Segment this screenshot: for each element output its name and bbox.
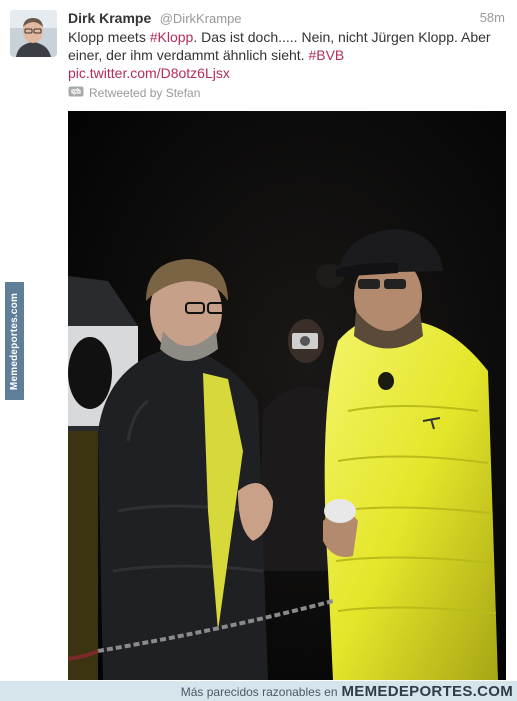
tweet-text-part: einer, der ihm verdammt ähnlich sieht.	[68, 47, 309, 63]
tweet-photo[interactable]	[68, 111, 506, 680]
author-handle[interactable]: @DirkKrampe	[160, 11, 242, 26]
footer-watermark: Más parecidos razonables en MEMEDEPORTES…	[181, 683, 513, 700]
pic-link[interactable]: pic.twitter.com/D8otz6Ljsx	[68, 65, 230, 81]
hashtag-klopp[interactable]: #Klopp	[150, 29, 194, 45]
retweeted-by-label[interactable]: Retweeted by Stefan	[89, 86, 200, 100]
bvb-badge-icon	[378, 372, 394, 390]
author-avatar[interactable]	[10, 10, 57, 57]
tweet-header: Dirk Krampe @DirkKrampe 58m	[68, 10, 505, 26]
author-name[interactable]: Dirk Krampe	[68, 10, 151, 26]
photo-scene	[68, 111, 506, 680]
tweet-text: Klopp meets #Klopp. Das ist doch..... Ne…	[68, 28, 503, 82]
footer-brand[interactable]: MEMEDEPORTES.COM	[342, 683, 513, 700]
avatar-portrait	[10, 10, 57, 57]
retweet-icon	[68, 86, 84, 100]
tweet-text-part: Klopp meets	[68, 29, 150, 45]
retweeted-by: Retweeted by Stefan	[68, 86, 200, 100]
hashtag-bvb[interactable]: #BVB	[308, 47, 344, 63]
side-watermark-text: Memedeportes.com	[9, 292, 20, 390]
tweet-text-part: . Das ist doch..... Nein, nicht Jürgen K…	[193, 29, 491, 45]
tweet-timestamp[interactable]: 58m	[480, 10, 505, 25]
footer-watermark-bar: Más parecidos razonables en MEMEDEPORTES…	[0, 681, 517, 701]
footer-caption: Más parecidos razonables en	[180, 685, 338, 699]
side-watermark: Memedeportes.com	[5, 282, 24, 400]
